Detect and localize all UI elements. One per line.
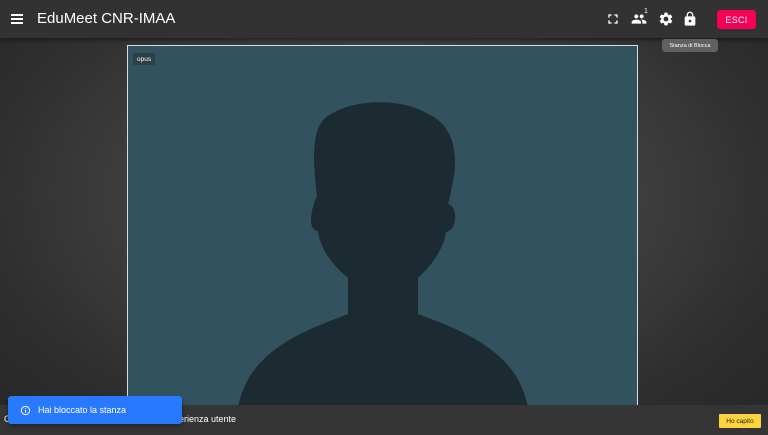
- participants-count-badge: 1: [644, 8, 648, 15]
- leave-button[interactable]: ESCI: [717, 10, 756, 29]
- snackbar-message: Hai bloccato la stanza: [38, 405, 127, 415]
- settings-icon[interactable]: [658, 11, 674, 27]
- info-icon: [20, 405, 31, 416]
- avatar-silhouette: [238, 102, 528, 406]
- app-title: EduMeet CNR-IMAA: [37, 10, 176, 27]
- lock-icon[interactable]: [682, 11, 698, 27]
- lock-tooltip: Stanza di Blocca: [662, 39, 718, 52]
- cookie-consent-text: perienza utente: [174, 414, 237, 424]
- cookie-accept-button[interactable]: Ho capito: [719, 414, 761, 428]
- menu-icon[interactable]: [9, 11, 25, 27]
- top-app-bar: EduMeet CNR-IMAA 1 ESCI: [0, 0, 768, 38]
- snackbar-notification: Hai bloccato la stanza: [8, 396, 182, 424]
- audio-codec-label: opus: [133, 53, 156, 65]
- fullscreen-icon[interactable]: [605, 11, 621, 27]
- video-tile: opus: [127, 45, 638, 407]
